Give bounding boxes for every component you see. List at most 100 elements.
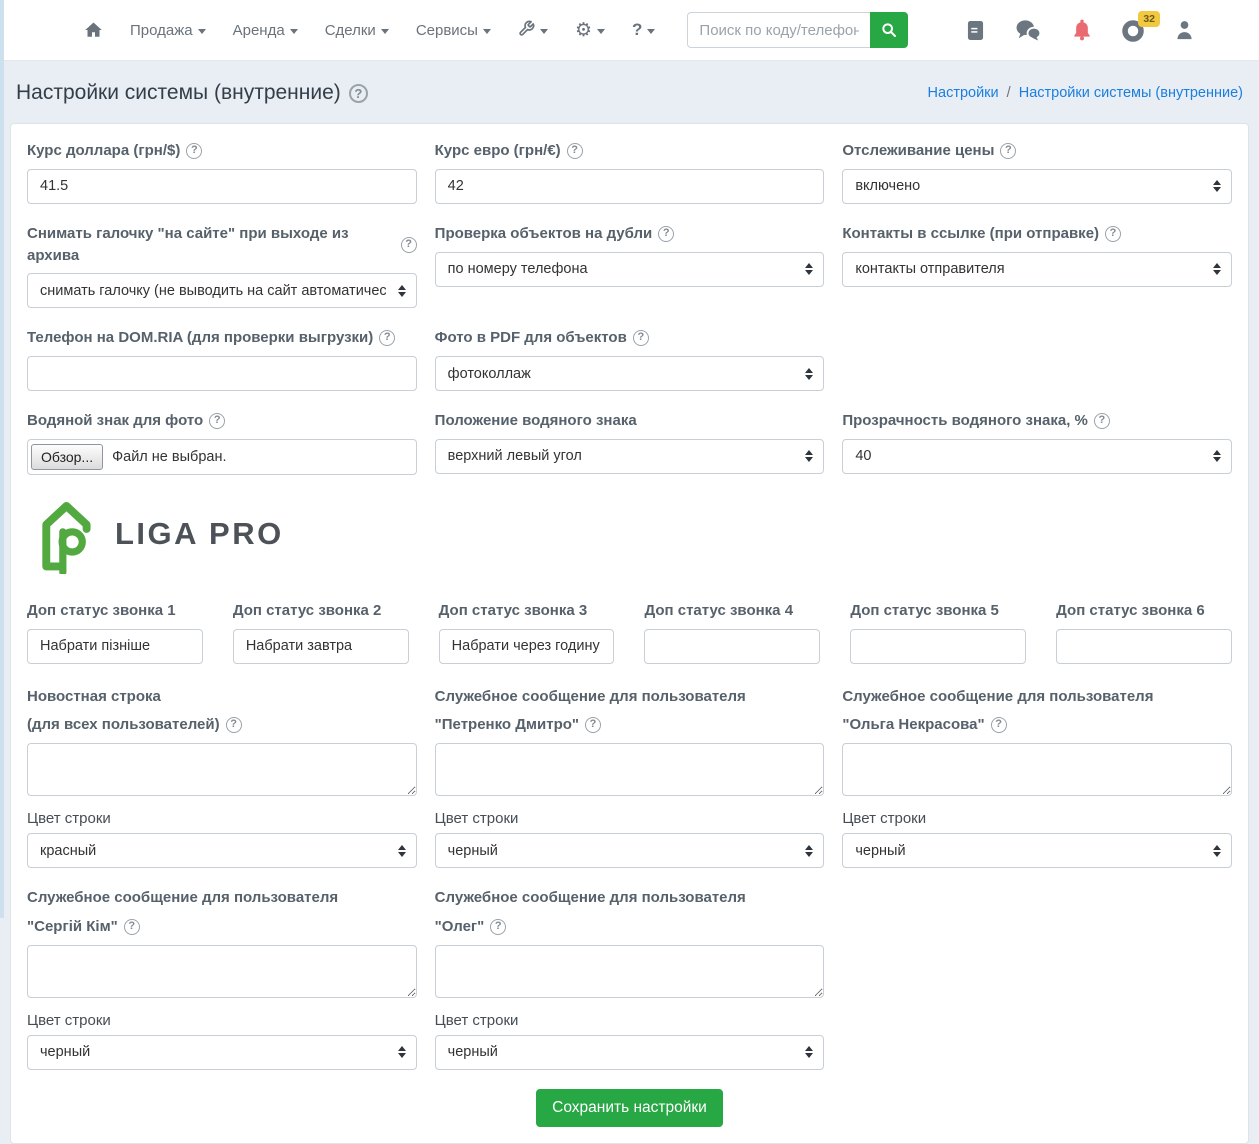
menu-services-label: Сервисы [415, 21, 478, 39]
eur-rate-label: Курс евро (грн/€) [434, 142, 561, 159]
field-message-nekrasova: Служебное сообщение для пользователя "Ол… [842, 686, 1232, 868]
watermark-opacity-label: Прозрачность водяного знака, % [842, 412, 1088, 429]
domria-phone-input[interactable] [27, 356, 417, 391]
call-status-6-input[interactable] [1056, 628, 1232, 664]
help-icon[interactable] [566, 142, 583, 159]
help-icon[interactable] [123, 918, 140, 935]
field-duplicate-check: Проверка объектов на дубли по номеру тел… [434, 223, 825, 309]
pdf-photo-select[interactable]: фотоколлаж [434, 356, 825, 391]
message-petrenko-color-select[interactable]: черный [434, 833, 825, 868]
duplicate-check-select[interactable]: по номеру телефона [434, 251, 825, 287]
help-icon[interactable] [490, 918, 507, 935]
breadcrumb-separator: / [1006, 85, 1011, 101]
call-status-3-label: Доп статус звонка 3 [438, 601, 588, 619]
menu-deals[interactable]: Сделки [325, 22, 389, 39]
save-settings-button[interactable]: Сохранить настройки [536, 1088, 723, 1127]
message-petrenko-label-1: Служебное сообщение для пользователя [434, 687, 746, 705]
message-kim-textarea[interactable] [27, 944, 417, 998]
message-oleg-color-select[interactable]: черный [434, 1034, 825, 1070]
call-status-4-label: Доп статус звонка 4 [644, 601, 794, 619]
field-call-status-6: Доп статус звонка 6 [1056, 600, 1232, 664]
news-line-textarea[interactable] [27, 743, 417, 796]
message-petrenko-color-label: Цвет строки [434, 810, 519, 827]
field-archive-flag: Снимать галочку "на сайте" при выходе из… [27, 223, 417, 309]
message-oleg-label-1: Служебное сообщение для пользователя [434, 889, 746, 906]
call-status-2-input[interactable] [232, 628, 409, 664]
field-call-status-5: Доп статус звонка 5 [850, 600, 1027, 664]
message-nekrasova-label-1: Служебное сообщение для пользователя [842, 687, 1154, 705]
archive-flag-select[interactable]: снимать галочку (не выводить на сайт авт… [27, 273, 417, 309]
help-icon[interactable] [1105, 225, 1122, 242]
help-icon[interactable] [225, 717, 242, 734]
watermark-file-input[interactable]: Обзор... Файл не выбран. [27, 438, 417, 475]
field-watermark-file: Водяной знак для фото Обзор... Файл не в… [27, 410, 417, 475]
settings-panel: Курс доллара (грн/$) Курс евро (грн/€) О… [10, 123, 1249, 1144]
message-petrenko-textarea[interactable] [434, 743, 825, 796]
field-watermark-opacity: Прозрачность водяного знака, % 40 [842, 410, 1232, 475]
call-status-4-input[interactable] [644, 628, 821, 664]
menu-help[interactable]: ? [632, 20, 656, 40]
home-icon[interactable] [84, 21, 103, 39]
price-tracking-label: Отслеживание цены [842, 142, 995, 159]
field-watermark-position: Положение водяного знака верхний левый у… [434, 410, 825, 475]
message-kim-color-select[interactable]: черный [27, 1034, 417, 1070]
help-icon[interactable] [379, 330, 396, 347]
help-icon[interactable] [585, 717, 602, 734]
search-input[interactable] [687, 12, 871, 48]
message-oleg-textarea[interactable] [434, 944, 825, 998]
breadcrumb-link-system-settings[interactable]: Настройки системы (внутренние) [1019, 85, 1243, 101]
logo-text: LIGA PRO [115, 515, 284, 551]
help-icon[interactable] [1093, 412, 1110, 429]
archive-flag-label: Снимать галочку "на сайте" при выходе из… [27, 224, 349, 264]
menu-deals-label: Сделки [324, 21, 376, 39]
browse-button[interactable]: Обзор... [31, 443, 104, 470]
contacts-in-link-select[interactable]: контакты отправителя [842, 251, 1232, 287]
page-help-icon[interactable] [348, 83, 368, 103]
help-icon[interactable] [400, 236, 417, 253]
help-icon[interactable] [658, 225, 675, 242]
menu-tools[interactable] [518, 20, 548, 41]
call-status-3-input[interactable] [438, 628, 615, 664]
call-status-5-input[interactable] [850, 628, 1027, 664]
chevron-down-icon [380, 28, 389, 34]
duplicate-check-label: Проверка объектов на дубли [434, 224, 653, 242]
help-icon[interactable] [632, 330, 649, 347]
notifications-bell-icon[interactable] [1072, 19, 1092, 41]
chevron-down-icon [647, 28, 656, 34]
contacts-in-link-label: Контакты в ссылке (при отправке) [842, 224, 1100, 242]
watermark-opacity-select[interactable]: 40 [842, 438, 1232, 474]
menu-rent[interactable]: Аренда [233, 22, 298, 39]
news-line-label-2: (для всех пользователей) [27, 716, 220, 734]
breadcrumb-link-settings[interactable]: Настройки [928, 85, 999, 101]
menu-sale[interactable]: Продажа [130, 22, 206, 39]
domria-phone-label: Телефон на DOM.RIA (для проверки выгрузк… [27, 329, 374, 347]
field-message-kim: Служебное сообщение для пользователя "Се… [27, 887, 417, 1070]
price-tracking-select[interactable]: включено [842, 168, 1232, 204]
help-icon[interactable] [186, 142, 203, 159]
activity-ring-icon[interactable]: 32 [1122, 11, 1160, 42]
eur-rate-input[interactable] [434, 168, 825, 204]
menu-settings[interactable]: ⚙ [575, 21, 606, 40]
journal-icon[interactable] [967, 20, 984, 41]
message-nekrasova-textarea[interactable] [842, 743, 1232, 796]
field-domria-phone: Телефон на DOM.RIA (для проверки выгрузк… [27, 327, 417, 391]
pdf-photo-label: Фото в PDF для объектов [434, 329, 627, 347]
message-petrenko-label-2: "Петренко Дмитро" [434, 716, 580, 734]
news-line-label-1: Новостная строка [27, 687, 161, 705]
help-icon[interactable] [1000, 142, 1017, 159]
user-profile-icon[interactable] [1176, 20, 1193, 40]
news-line-color-label: Цвет строки [27, 810, 111, 827]
news-line-color-select[interactable]: красный [27, 833, 417, 868]
top-navbar: Продажа Аренда Сделки Сервисы ⚙ ? Поиск … [0, 0, 1259, 61]
menu-services[interactable]: Сервисы [416, 22, 491, 39]
search-button[interactable] [870, 12, 909, 48]
chat-icon[interactable] [1014, 19, 1042, 41]
help-icon[interactable] [990, 717, 1007, 734]
chevron-down-icon [482, 28, 491, 34]
help-icon[interactable] [209, 412, 226, 429]
field-message-oleg: Служебное сообщение для пользователя "Ол… [434, 887, 825, 1070]
message-nekrasova-color-select[interactable]: черный [842, 833, 1232, 868]
usd-rate-input[interactable] [27, 168, 417, 204]
call-status-1-input[interactable] [27, 628, 203, 664]
watermark-position-select[interactable]: верхний левый угол [434, 438, 825, 474]
